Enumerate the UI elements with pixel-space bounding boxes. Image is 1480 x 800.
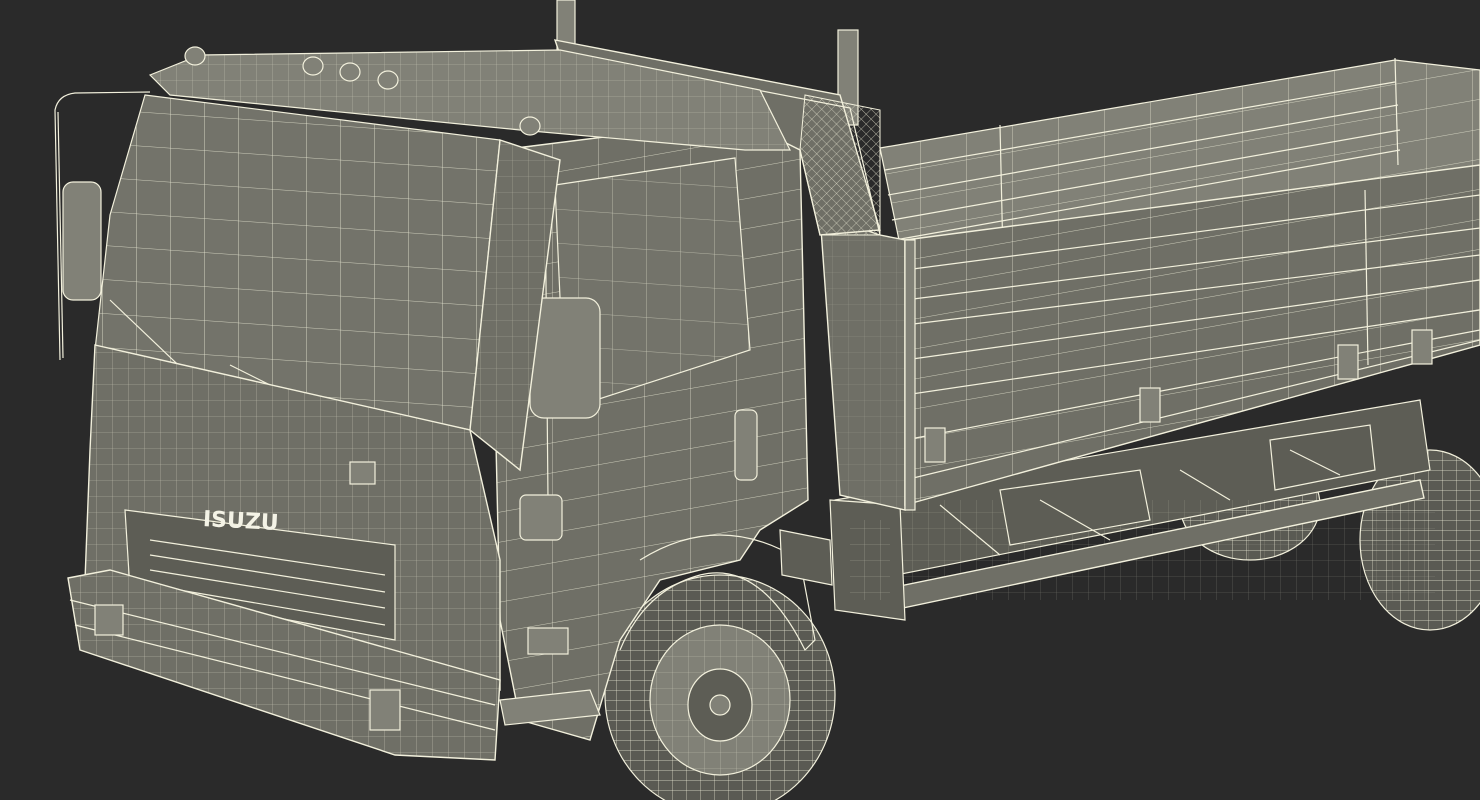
grille-logo: ISUZU	[202, 507, 279, 536]
door-handle[interactable]	[734, 409, 758, 481]
truck-wireframe-render: ISUZU	[54, 0, 1480, 800]
